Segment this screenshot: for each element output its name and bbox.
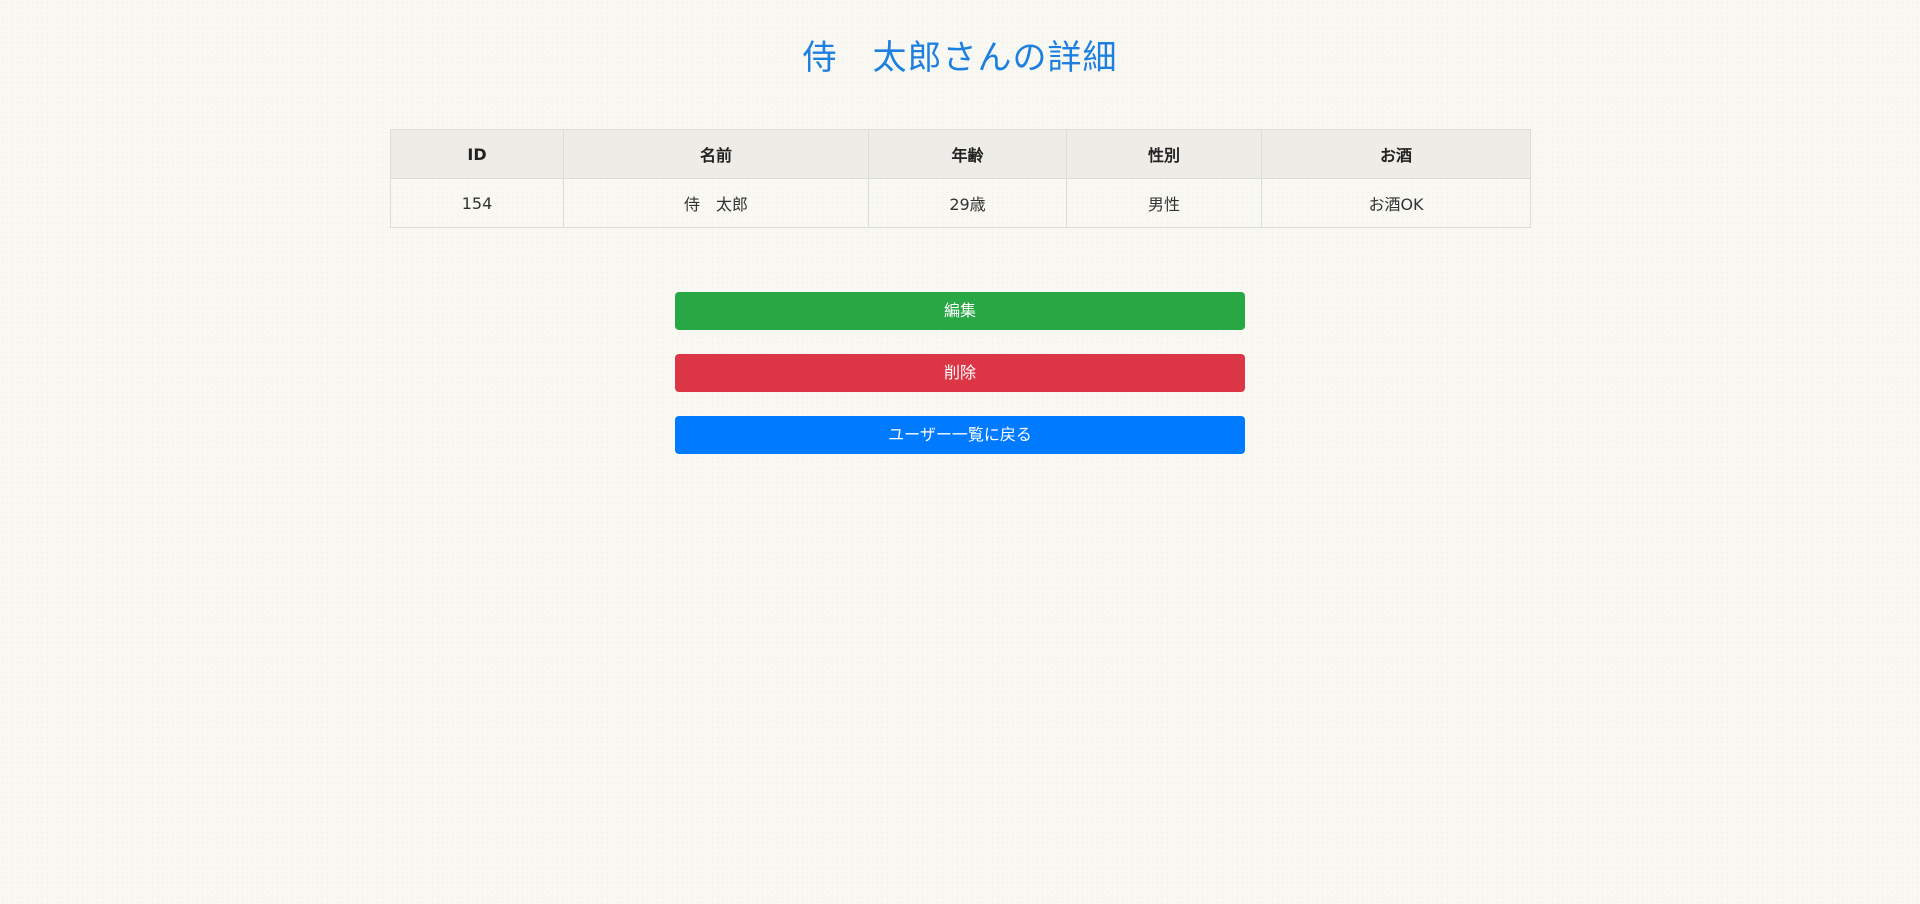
cell-gender: 男性 [1066,178,1262,228]
column-header-name: 名前 [563,129,869,179]
column-header-age: 年齢 [868,129,1067,179]
page-title: 侍 太郎さんの詳細 [802,38,1118,78]
table-row: 154 侍 太郎 29歳 男性 お酒OK [390,178,1531,228]
column-header-gender: 性別 [1066,129,1262,179]
table-header-row: ID 名前 年齢 性別 お酒 [390,129,1531,179]
cell-name: 侍 太郎 [563,178,869,228]
back-to-user-list-button[interactable]: ユーザー一覧に戻る [675,416,1245,454]
column-header-id: ID [390,129,564,179]
cell-id: 154 [390,178,564,228]
edit-button[interactable]: 編集 [675,292,1245,330]
cell-age: 29歳 [868,178,1067,228]
delete-button[interactable]: 削除 [675,354,1245,392]
user-detail-table: ID 名前 年齢 性別 お酒 154 侍 太郎 29歳 男性 お酒OK [390,129,1531,228]
column-header-alcohol: お酒 [1261,129,1531,179]
cell-alcohol: お酒OK [1261,178,1531,228]
